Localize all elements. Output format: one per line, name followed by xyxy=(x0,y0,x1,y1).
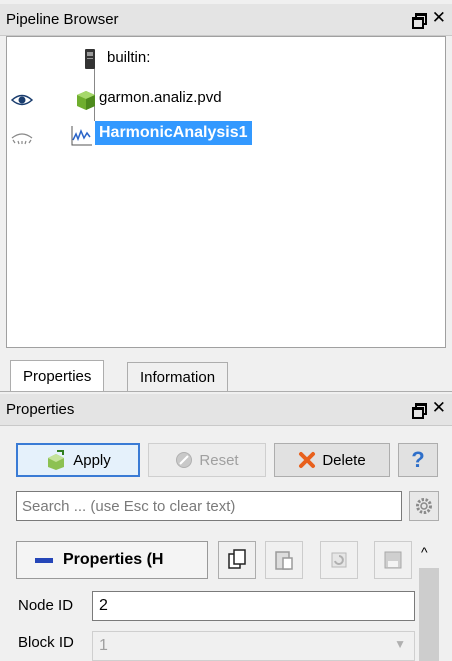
search-input[interactable]: Search ... (use Esc to clear text) xyxy=(16,491,402,521)
plot-line-icon xyxy=(71,126,92,146)
save-defaults-button[interactable] xyxy=(374,541,412,579)
save-icon xyxy=(384,551,402,569)
restore-icon xyxy=(331,552,347,568)
reset-label: Reset xyxy=(199,451,239,469)
server-icon xyxy=(85,49,95,69)
tree-item-label: builtin: xyxy=(107,49,151,66)
delete-label: Delete xyxy=(322,451,366,469)
tab-label: Properties xyxy=(23,368,92,385)
properties-title: Properties xyxy=(6,401,75,418)
advanced-settings-button[interactable] xyxy=(409,491,439,521)
copy-button[interactable] xyxy=(218,541,256,579)
close-icon[interactable]: ✕ xyxy=(432,399,446,416)
node-id-field[interactable]: 2 xyxy=(92,591,415,621)
collapse-minus-icon xyxy=(35,557,53,563)
scrollbar-thumb[interactable] xyxy=(419,568,439,661)
paste-button[interactable] xyxy=(265,541,303,579)
paste-icon xyxy=(275,551,293,570)
node-id-label: Node ID xyxy=(18,597,74,614)
panel-tabs: Properties Information xyxy=(0,360,452,392)
apply-icon xyxy=(48,450,65,470)
tab-properties[interactable]: Properties xyxy=(10,360,105,392)
properties-section-toggle[interactable]: Properties (H xyxy=(16,541,208,579)
delete-button[interactable]: Delete xyxy=(274,443,390,477)
tree-item-label-selected: HarmonicAnalysis1 xyxy=(95,121,252,145)
help-button[interactable]: ? xyxy=(398,443,438,477)
gear-icon xyxy=(416,498,432,514)
copy-icon xyxy=(228,549,246,569)
reset-icon xyxy=(176,452,193,468)
pipeline-tree[interactable]: builtin: garmon.analiz.pvd HarmonicAnaly… xyxy=(6,36,446,348)
restore-defaults-button[interactable] xyxy=(320,541,358,579)
tab-divider xyxy=(0,391,452,392)
eye-visible-icon[interactable] xyxy=(11,93,33,107)
help-icon: ? xyxy=(411,447,425,472)
properties-titlebar: Properties ✕ xyxy=(0,394,452,426)
apply-label: Apply xyxy=(73,451,111,469)
reset-button[interactable]: Reset xyxy=(148,443,266,477)
node-id-value: 2 xyxy=(99,597,108,614)
pipeline-browser-titlebar: Pipeline Browser ✕ xyxy=(0,4,452,36)
tree-item-label: garmon.analiz.pvd xyxy=(99,89,222,106)
scroll-up-icon[interactable]: ^ xyxy=(421,544,428,560)
tab-information[interactable]: Information xyxy=(127,362,229,392)
delete-x-icon xyxy=(299,452,316,468)
float-window-icon[interactable] xyxy=(411,403,427,419)
dataset-cube-icon xyxy=(77,91,95,110)
chevron-down-icon: ▼ xyxy=(394,637,406,651)
tab-label: Information xyxy=(140,369,216,386)
apply-button[interactable]: Apply xyxy=(16,443,140,477)
search-placeholder: Search ... (use Esc to clear text) xyxy=(22,497,236,515)
section-label: Properties (H xyxy=(63,551,164,568)
block-id-label: Block ID xyxy=(18,634,74,651)
pipeline-browser-title: Pipeline Browser xyxy=(6,11,119,28)
block-id-value: 1 xyxy=(99,637,108,654)
eye-hidden-icon[interactable] xyxy=(11,131,33,145)
close-icon[interactable]: ✕ xyxy=(432,9,446,26)
block-id-select[interactable]: 1 ▼ xyxy=(92,631,415,661)
float-window-icon[interactable] xyxy=(411,13,427,29)
